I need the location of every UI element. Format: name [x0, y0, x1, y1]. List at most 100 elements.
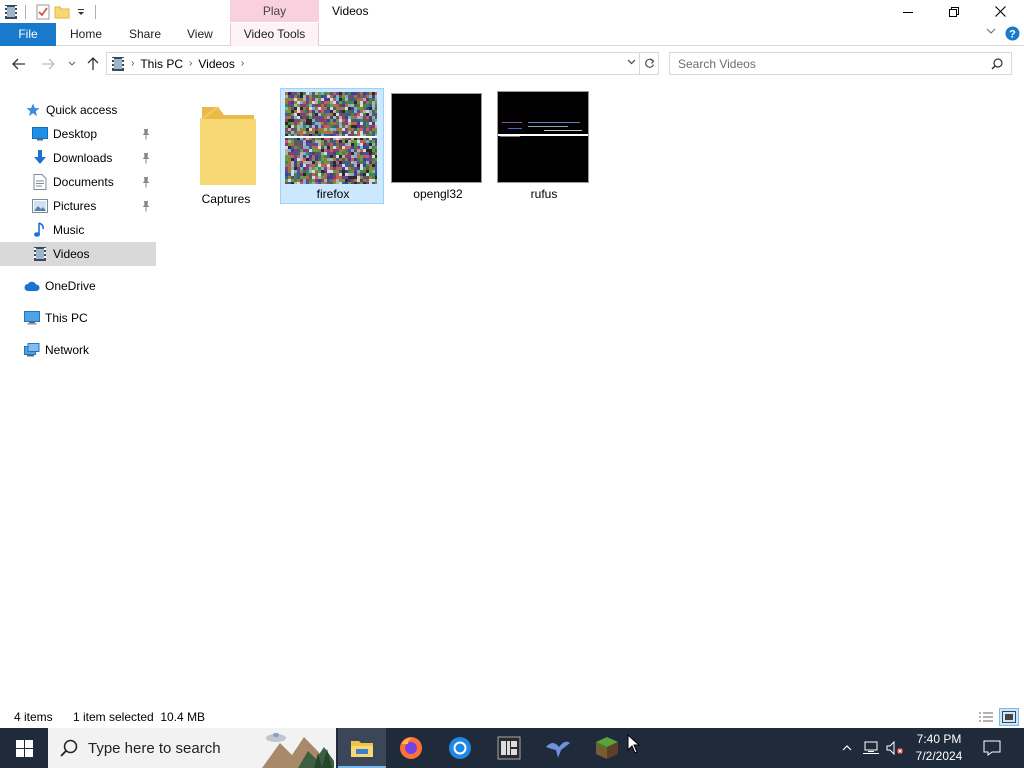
start-button[interactable]	[0, 728, 48, 768]
file-item-firefox[interactable]: firefox	[280, 88, 384, 204]
file-item-rufus[interactable]: rufus	[492, 89, 596, 205]
back-button[interactable]	[9, 55, 29, 73]
restore-button[interactable]	[931, 0, 977, 23]
search-input[interactable]	[678, 53, 978, 74]
taskbar-minecraft[interactable]	[583, 728, 631, 768]
pin-icon[interactable]	[140, 151, 152, 165]
file-item-captures[interactable]: Captures	[174, 89, 278, 206]
network-tray-button[interactable]	[860, 728, 882, 768]
breadcrumb-separator-icon[interactable]: ›	[189, 58, 192, 69]
search-highlight-icon	[262, 733, 334, 768]
network-status-icon	[863, 741, 879, 754]
chevron-down-icon	[68, 61, 76, 66]
close-button[interactable]	[977, 0, 1023, 23]
clock-date: 7/2/2024	[915, 749, 963, 763]
music-icon	[32, 222, 48, 238]
tab-file[interactable]: File	[0, 23, 56, 46]
search-icon	[60, 739, 78, 757]
tab-share[interactable]: Share	[129, 23, 161, 46]
pin-icon[interactable]	[140, 127, 152, 141]
taskbar-file-explorer[interactable]	[338, 728, 386, 768]
nav-item-videos[interactable]: Videos	[0, 242, 156, 266]
nav-item-desktop[interactable]: Desktop	[0, 122, 156, 146]
videos-icon	[32, 246, 48, 262]
clock-time: 7:40 PM	[916, 732, 962, 746]
taskbar-chrome[interactable]	[436, 728, 484, 768]
videos-folder-icon	[3, 4, 19, 20]
taskbar-bw-app[interactable]	[485, 728, 533, 768]
tab-home[interactable]: Home	[70, 23, 102, 46]
large-icons-view-button[interactable]	[999, 708, 1019, 726]
tab-video-tools[interactable]: Video Tools	[230, 23, 319, 46]
details-view-button[interactable]	[976, 708, 996, 726]
pin-icon[interactable]	[140, 175, 152, 189]
arrow-right-icon	[42, 58, 55, 70]
up-button[interactable]	[83, 55, 103, 73]
file-explorer-icon	[351, 741, 373, 757]
breadcrumb-videos[interactable]: Videos	[198, 57, 234, 71]
bw-app-icon	[497, 736, 521, 760]
refresh-button[interactable]	[639, 53, 658, 74]
taskbar-firefox[interactable]	[387, 728, 435, 768]
chrome-icon	[449, 737, 471, 759]
breadcrumb-this-pc[interactable]: This PC	[140, 57, 183, 71]
nav-onedrive[interactable]: OneDrive	[0, 274, 156, 298]
help-button[interactable]: ?	[1005, 26, 1020, 41]
ribbon-tabs: File Home Share View Video Tools ?	[0, 23, 1024, 46]
tab-view[interactable]: View	[187, 23, 213, 46]
downloads-icon	[32, 150, 48, 166]
desktop-icon	[32, 126, 48, 142]
bird-app-icon	[546, 741, 570, 758]
file-name: rufus	[530, 187, 558, 201]
breadcrumb-separator-icon[interactable]: ›	[241, 58, 244, 69]
action-center-button[interactable]	[978, 728, 1006, 768]
firefox-icon	[400, 737, 422, 759]
properties-icon[interactable]	[35, 4, 51, 20]
taskbar-bird-app[interactable]	[534, 728, 582, 768]
pin-icon[interactable]	[140, 199, 152, 213]
file-list: Captures firefox opengl32 rufus	[156, 82, 1024, 702]
search-icon[interactable]	[991, 58, 1003, 70]
new-folder-icon[interactable]	[54, 4, 70, 20]
nav-this-pc[interactable]: This PC	[0, 306, 156, 330]
taskbar-search[interactable]: Type here to search	[48, 728, 336, 768]
nav-item-documents[interactable]: Documents	[0, 170, 156, 194]
folder-icon	[180, 95, 272, 187]
minimize-button[interactable]	[885, 0, 931, 23]
selection-info: 1 item selected 10.4 MB	[73, 710, 206, 724]
details-view-icon	[979, 712, 993, 722]
customize-qat-icon[interactable]	[73, 4, 89, 20]
taskbar-clock[interactable]: 7:40 PM 7/2/2024	[908, 731, 970, 765]
search-box[interactable]	[669, 52, 1012, 75]
volume-tray-button[interactable]	[884, 728, 906, 768]
nav-label: Videos	[53, 247, 90, 261]
nav-item-pictures[interactable]: Pictures	[0, 194, 156, 218]
nav-quick-access[interactable]: Quick access	[0, 98, 156, 122]
address-bar[interactable]: › This PC › Videos ›	[106, 52, 659, 75]
large-icons-view-icon	[1002, 711, 1016, 723]
windows-logo-icon	[15, 739, 33, 757]
documents-icon	[32, 174, 48, 190]
forward-button[interactable]	[38, 55, 58, 73]
file-name: firefox	[316, 187, 350, 201]
recent-locations-button[interactable]	[62, 55, 82, 73]
video-thumbnail	[391, 93, 482, 183]
nav-network[interactable]: Network	[0, 338, 156, 362]
file-item-opengl32[interactable]: opengl32	[386, 89, 490, 205]
video-thumbnail	[285, 92, 378, 185]
nav-item-music[interactable]: Music	[0, 218, 156, 242]
expand-ribbon-button[interactable]	[986, 27, 996, 35]
minimize-icon	[903, 11, 913, 13]
nav-item-downloads[interactable]: Downloads	[0, 146, 156, 170]
nav-label: Quick access	[46, 103, 118, 117]
show-hidden-icons-button[interactable]	[838, 728, 856, 768]
address-dropdown-button[interactable]	[627, 59, 636, 65]
nav-label: Desktop	[53, 127, 98, 141]
breadcrumb-separator-icon[interactable]: ›	[131, 58, 134, 69]
window-title: Videos	[332, 4, 369, 18]
nav-label: Documents	[53, 175, 114, 189]
minecraft-icon	[596, 737, 618, 759]
mouse-cursor-icon	[627, 734, 641, 754]
qat-separator-2	[95, 4, 96, 19]
nav-label: Music	[53, 223, 85, 237]
